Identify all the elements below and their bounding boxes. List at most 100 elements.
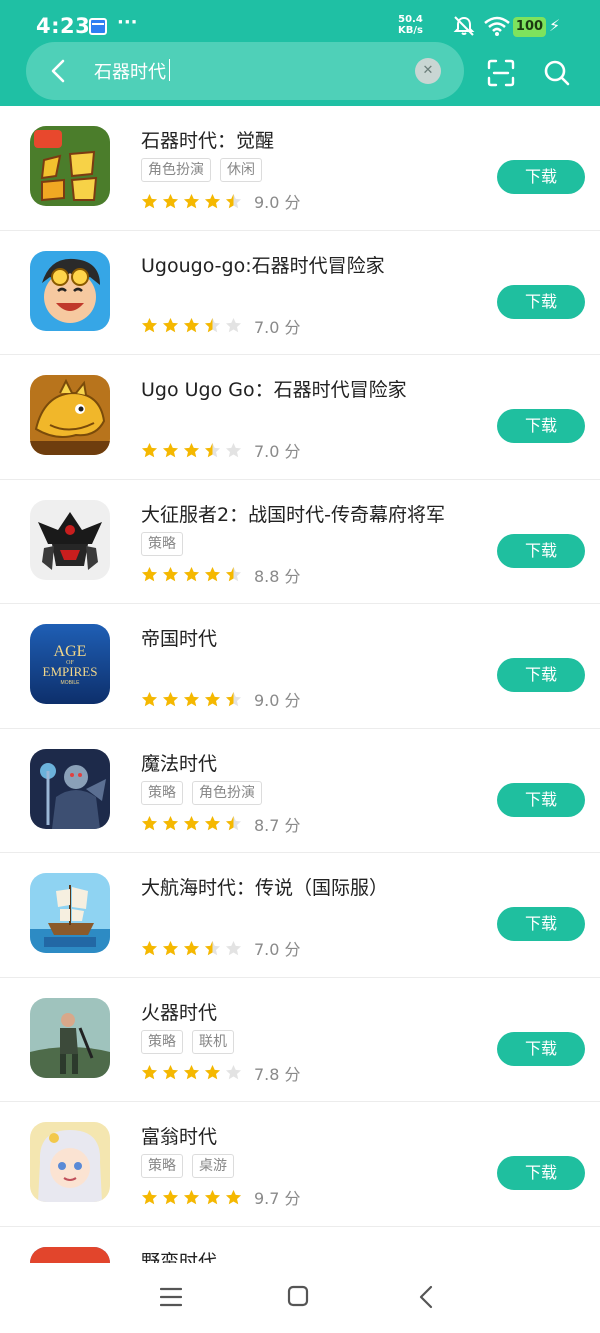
rating-score: 7.8 分 [254, 1064, 301, 1084]
app-icon-tycoon-era[interactable] [30, 1122, 110, 1202]
star-icon [205, 691, 220, 706]
star-icon [142, 318, 157, 333]
rating-score: 7.0 分 [254, 940, 301, 959]
star-rating [141, 317, 246, 334]
rating: 9.0 分 [141, 688, 301, 710]
download-button[interactable]: 下载 [497, 533, 585, 568]
app-title[interactable]: 火器时代 [141, 998, 217, 1025]
app-icon-shiqi-awaken[interactable] [30, 126, 110, 206]
app-icon-ugougo-go[interactable] [30, 250, 110, 331]
app-icon-great-conqueror-2[interactable] [30, 499, 110, 580]
rating: 7.0 分 [141, 937, 301, 959]
star-icon [184, 816, 199, 831]
app-title[interactable]: 石器时代：觉醒 [141, 126, 274, 153]
search-input[interactable]: 石器时代 [94, 58, 166, 84]
app-icon-age-of-empires[interactable]: AGE OF EMPIRES MOBILE [30, 624, 110, 704]
system-navigation-bar [0, 1263, 600, 1333]
star-icon [184, 1189, 199, 1204]
star-icon [226, 1189, 241, 1204]
more-notifications-icon: ··· [117, 12, 138, 33]
app-icon-ugo-ugo-go[interactable] [30, 375, 110, 455]
star-icon [142, 816, 157, 831]
star-icon [163, 691, 178, 706]
rating: 9.7 分 [141, 1186, 301, 1208]
download-button[interactable]: 下载 [497, 284, 585, 319]
star-rating [141, 815, 246, 832]
star-icon [163, 193, 178, 208]
charging-icon: ⚡ [549, 16, 561, 35]
star-icon [184, 940, 199, 955]
search-bar[interactable]: 石器时代 ✕ [26, 42, 464, 100]
star-icon [142, 1065, 157, 1080]
search-icon[interactable] [542, 58, 572, 88]
app-title[interactable]: 魔法时代 [141, 749, 217, 776]
app-icon-age-of-magic[interactable] [30, 748, 110, 829]
star-rating [141, 193, 246, 210]
app-title[interactable]: 富翁时代 [141, 1122, 217, 1149]
list-item[interactable]: 火器时代 策略 联机 7.8 分 下载 [0, 978, 600, 1102]
star-icon [226, 940, 241, 955]
list-item[interactable]: Ugo Ugo Go：石器时代冒险家 7.0 分 下载 [0, 355, 600, 480]
star-icon [142, 691, 157, 706]
download-button[interactable]: 下载 [497, 1156, 585, 1190]
rating: 8.8 分 [141, 564, 301, 586]
star-icon [205, 940, 220, 955]
download-button[interactable]: 下载 [497, 1031, 585, 1066]
download-button[interactable]: 下载 [497, 907, 585, 941]
list-item[interactable]: 大航海时代：传说（国际服） 7.0 分 下载 [0, 853, 600, 978]
star-icon [226, 691, 241, 706]
clear-icon[interactable]: ✕ [415, 58, 441, 84]
star-rating [141, 1064, 246, 1081]
star-rating [141, 566, 246, 583]
star-icon [226, 1065, 241, 1080]
star-icon [205, 442, 220, 457]
star-icon [184, 318, 199, 333]
app-title[interactable]: Ugo Ugo Go：石器时代冒险家 [141, 375, 407, 402]
star-icon [142, 567, 157, 582]
app-icon-uncharted-waters[interactable] [30, 873, 110, 953]
star-icon [163, 442, 178, 457]
app-tag: 桌游 [192, 1154, 234, 1178]
home-square-icon[interactable] [287, 1285, 309, 1307]
search-results-list: 石器时代：觉醒 角色扮演 休闲 9.0 分 下载 Ugougo-go:石器时代冒险… [0, 106, 600, 1333]
star-icon [142, 442, 157, 457]
star-icon [163, 318, 178, 333]
star-icon [205, 567, 220, 582]
star-rating [141, 1189, 246, 1206]
rating-score: 7.0 分 [254, 317, 301, 337]
rating-score: 7.0 分 [254, 442, 301, 461]
list-item[interactable]: 魔法时代 策略 角色扮演 8.7 分 下载 [0, 729, 600, 853]
download-button[interactable]: 下载 [497, 160, 585, 194]
app-title[interactable]: 大航海时代：传说（国际服） [141, 873, 388, 900]
star-icon [205, 193, 220, 208]
list-item[interactable]: 大征服者2：战国时代-传奇幕府将军 策略 8.8 分 下载 [0, 480, 600, 604]
tag-list: 策略 桌游 [141, 1154, 243, 1178]
app-title[interactable]: 帝国时代 [141, 624, 217, 651]
app-icon-firearms-era[interactable] [30, 997, 110, 1078]
list-item[interactable]: AGE OF EMPIRES MOBILE 帝国时代 9.0 分 下载 [0, 604, 600, 729]
list-item[interactable]: Ugougo-go:石器时代冒险家 7.0 分 下载 [0, 231, 600, 355]
list-item[interactable]: 富翁时代 策略 桌游 9.7 分 下载 [0, 1102, 600, 1227]
scan-icon[interactable] [486, 58, 516, 88]
chevron-left-icon[interactable] [44, 56, 74, 86]
app-title[interactable]: Ugougo-go:石器时代冒险家 [141, 251, 385, 278]
rating-score: 8.7 分 [254, 815, 301, 835]
download-button[interactable]: 下载 [497, 658, 585, 692]
star-icon [184, 567, 199, 582]
menu-icon[interactable] [160, 1287, 182, 1307]
rating-score: 9.0 分 [254, 193, 301, 212]
list-item[interactable]: 石器时代：觉醒 角色扮演 休闲 9.0 分 下载 [0, 106, 600, 231]
app-title[interactable]: 大征服者2：战国时代-传奇幕府将军 [141, 500, 445, 527]
battery-indicator: 100 [513, 17, 546, 37]
star-icon [226, 816, 241, 831]
star-icon [226, 318, 241, 333]
app-tag: 角色扮演 [141, 158, 211, 182]
star-icon [142, 1189, 157, 1204]
download-button[interactable]: 下载 [497, 782, 585, 817]
rating: 7.0 分 [141, 315, 301, 337]
wifi-icon [484, 16, 510, 36]
star-icon [184, 193, 199, 208]
star-icon [205, 816, 220, 831]
download-button[interactable]: 下载 [497, 409, 585, 443]
back-chevron-icon[interactable] [418, 1285, 434, 1309]
